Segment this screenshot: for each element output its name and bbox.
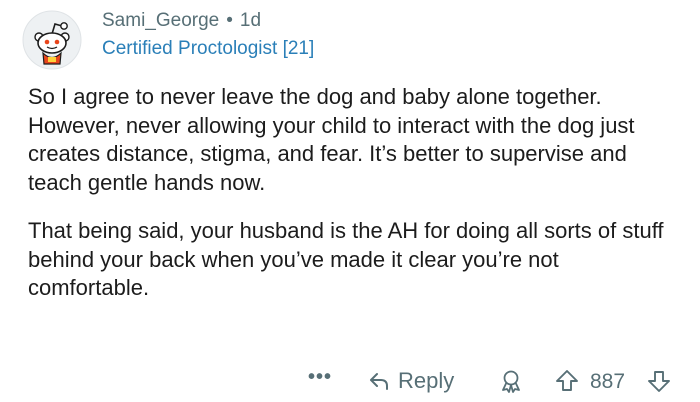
downvote-button[interactable] xyxy=(646,368,672,394)
comment-body: So I agree to never leave the dog and ba… xyxy=(28,83,678,323)
user-flair: Certified Proctologist [21] xyxy=(102,38,315,59)
award-button[interactable] xyxy=(498,368,524,394)
comment: Sami_George • 1d Certified Proctologist … xyxy=(0,0,700,402)
reply-button[interactable]: Reply xyxy=(368,368,454,394)
reply-arrow-icon xyxy=(368,370,390,392)
comment-age: 1d xyxy=(239,10,262,31)
upvote-arrow-icon xyxy=(554,368,580,394)
award-icon xyxy=(498,368,524,394)
downvote-arrow-icon xyxy=(646,368,672,394)
reply-label: Reply xyxy=(398,368,455,393)
meta-separator: • xyxy=(226,10,233,31)
snoo-avatar-icon[interactable] xyxy=(22,10,82,70)
comment-paragraph-1: So I agree to never leave the dog and ba… xyxy=(28,84,635,195)
comment-actions: ••• Reply 887 xyxy=(0,364,700,400)
comment-meta: Sami_George • 1d Certified Proctologist … xyxy=(102,8,314,64)
more-options-button[interactable]: ••• xyxy=(308,366,332,389)
vote-score: 887 xyxy=(590,370,626,393)
author-username[interactable]: Sami_George xyxy=(102,10,219,32)
upvote-button[interactable] xyxy=(554,368,580,394)
comment-paragraph-2: That being said, your husband is the AH … xyxy=(28,218,664,300)
